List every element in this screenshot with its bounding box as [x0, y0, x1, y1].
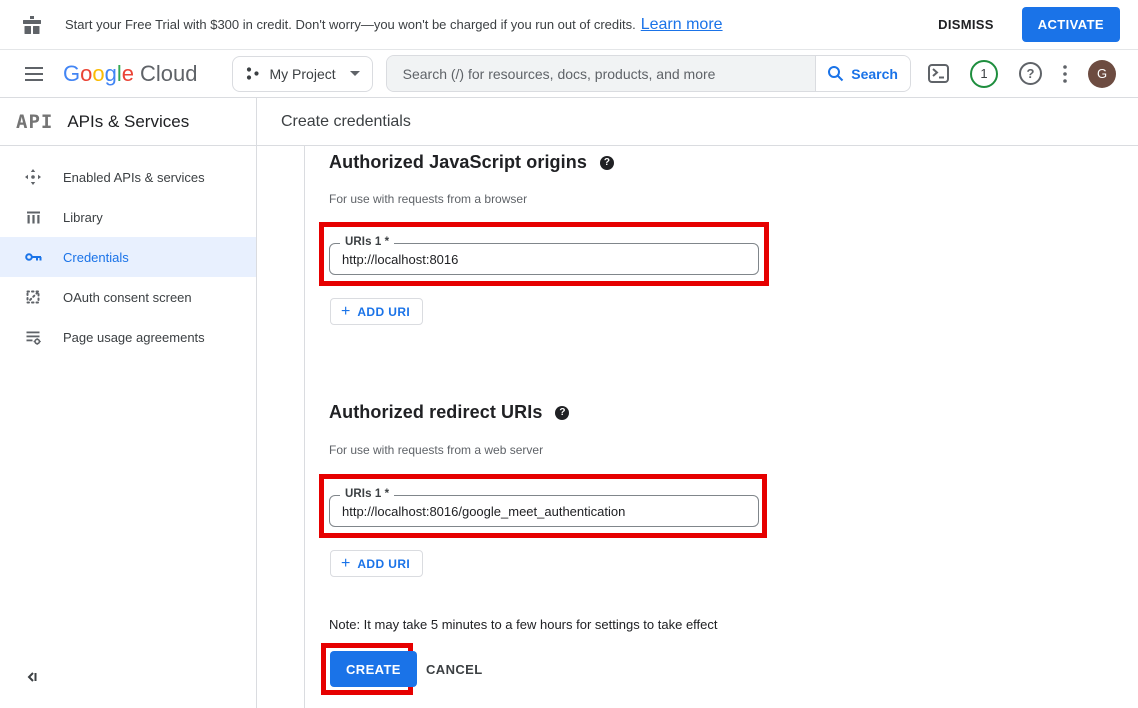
sidebar-item-library[interactable]: Library [0, 197, 256, 237]
project-icon [245, 66, 260, 81]
project-selector[interactable]: My Project [232, 56, 373, 92]
section-heading-text: Authorized JavaScript origins [329, 152, 587, 173]
dismiss-button[interactable]: DISMISS [938, 17, 994, 32]
help-icon[interactable]: ? [1019, 62, 1042, 85]
free-trial-banner: Start your Free Trial with $300 in credi… [0, 0, 1138, 50]
banner-message: Start your Free Trial with $300 in credi… [65, 17, 636, 32]
banner-actions: DISMISS ACTIVATE [938, 7, 1138, 42]
avatar[interactable]: G [1088, 60, 1116, 88]
sidebar-item-enabled-apis[interactable]: Enabled APIs & services [0, 157, 256, 197]
logo-letter: e [122, 61, 134, 87]
help-icon[interactable]: ? [600, 156, 614, 170]
menu-icon[interactable] [25, 67, 43, 81]
enabled-apis-icon [24, 169, 42, 185]
js-origin-uri-field: URIs 1 * [329, 243, 759, 275]
help-glyph: ? [604, 157, 610, 168]
service-subheader: API APIs & Services Create credentials [0, 98, 1138, 146]
cancel-button[interactable]: CANCEL [426, 651, 483, 687]
help-glyph: ? [1027, 66, 1035, 81]
console-header: G o o g l e Cloud My Project [0, 50, 1138, 98]
page-title: Create credentials [281, 98, 411, 145]
sidebar-item-oauth-consent[interactable]: OAuth consent screen [0, 277, 256, 317]
caret-down-icon [350, 71, 360, 76]
avatar-initial: G [1097, 66, 1107, 81]
redirect-uris-subtitle: For use with requests from a web server [329, 443, 543, 457]
help-icon[interactable]: ? [555, 406, 569, 420]
logo-letter: g [105, 61, 117, 87]
sidebar-item-label: Enabled APIs & services [63, 170, 205, 185]
gift-icon [21, 14, 43, 36]
notification-count: 1 [980, 66, 987, 81]
collapse-sidebar-icon[interactable] [24, 670, 38, 684]
api-service-logo: API [16, 111, 53, 133]
sidebar-item-label: Library [63, 210, 103, 225]
redirect-uri-input[interactable] [330, 496, 758, 526]
add-uri-label: ADD URI [357, 557, 410, 571]
notifications-badge[interactable]: 1 [970, 60, 998, 88]
page-usage-icon [24, 330, 42, 345]
service-title: APIs & Services [67, 112, 189, 132]
sidebar-item-label: Page usage agreements [63, 330, 205, 345]
service-header: API APIs & Services [0, 98, 257, 145]
help-glyph: ? [559, 407, 565, 418]
js-origins-heading: Authorized JavaScript origins ? [329, 152, 614, 173]
search-button-label: Search [851, 66, 898, 82]
create-button[interactable]: CREATE [330, 651, 417, 687]
logo-letter: o [80, 61, 92, 87]
settings-note: Note: It may take 5 minutes to a few hou… [329, 617, 718, 632]
add-uri-label: ADD URI [357, 305, 410, 319]
sidebar-item-label: OAuth consent screen [63, 290, 192, 305]
search-input[interactable] [387, 56, 815, 91]
library-icon [24, 210, 42, 225]
redirect-uri-field: URIs 1 * [329, 495, 759, 527]
sidebar-item-credentials[interactable]: Credentials [0, 237, 256, 277]
google-cloud-logo[interactable]: G o o g l e Cloud [63, 61, 198, 87]
logo-letter: o [92, 61, 104, 87]
js-origin-uri-input[interactable] [330, 244, 758, 274]
logo-cloud-text: Cloud [140, 61, 197, 87]
project-selector-label: My Project [270, 66, 336, 82]
cloud-shell-icon[interactable] [928, 64, 949, 83]
create-credentials-form: Authorized JavaScript origins ? For use … [304, 146, 1138, 708]
plus-icon: + [341, 304, 350, 320]
logo-letter: G [63, 61, 80, 87]
search-button[interactable]: Search [815, 56, 910, 91]
add-uri-button-redirects[interactable]: + ADD URI [330, 550, 423, 577]
more-icon[interactable] [1063, 65, 1067, 83]
section-heading-text: Authorized redirect URIs [329, 402, 542, 423]
search-icon [827, 65, 844, 82]
plus-icon: + [341, 556, 350, 572]
oauth-consent-icon [24, 290, 42, 304]
key-icon [24, 252, 42, 262]
sidebar-item-page-usage[interactable]: Page usage agreements [0, 317, 256, 357]
redirect-uris-heading: Authorized redirect URIs ? [329, 402, 569, 423]
search-bar: Search [386, 55, 911, 92]
js-origins-subtitle: For use with requests from a browser [329, 192, 527, 206]
add-uri-button-origins[interactable]: + ADD URI [330, 298, 423, 325]
header-icons: 1 ? G [928, 60, 1116, 88]
sidebar-item-label: Credentials [63, 250, 129, 265]
learn-more-link[interactable]: Learn more [641, 16, 723, 34]
gcp-console-page: Start your Free Trial with $300 in credi… [0, 0, 1138, 708]
activate-button[interactable]: ACTIVATE [1022, 7, 1120, 42]
uri-field-label: URIs 1 * [340, 236, 394, 248]
sidebar: Enabled APIs & services Library Credenti… [0, 146, 257, 708]
uri-field-label: URIs 1 * [340, 488, 394, 500]
